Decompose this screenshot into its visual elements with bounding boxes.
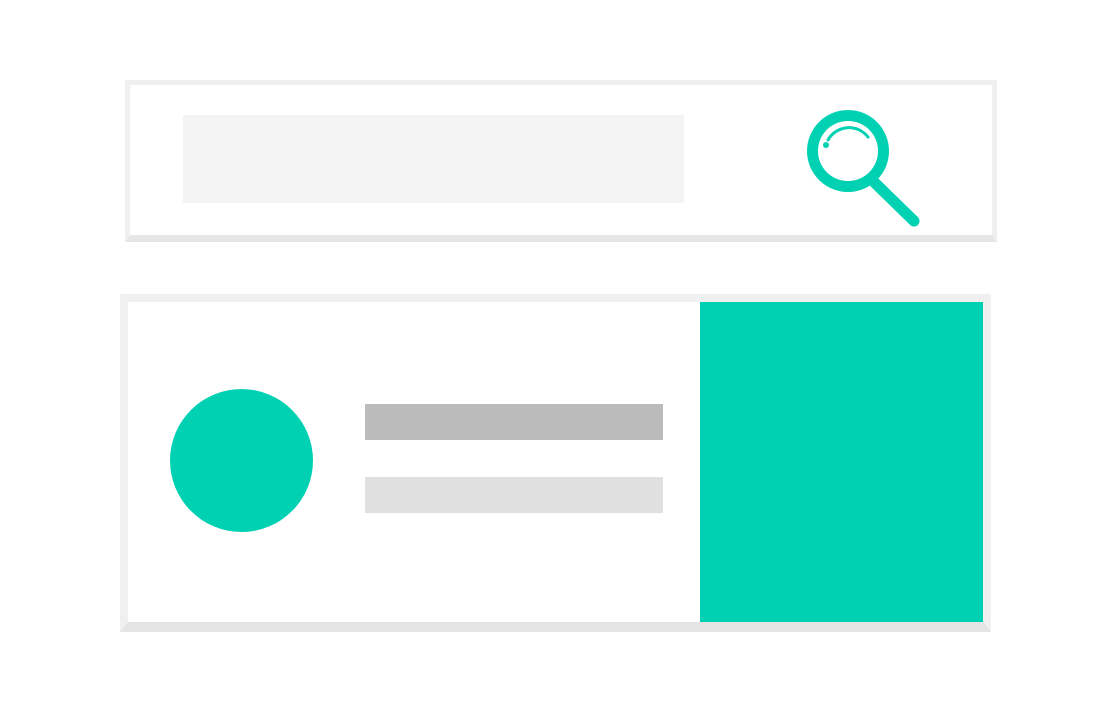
magnifier-icon bbox=[807, 110, 920, 227]
search-bar bbox=[125, 80, 997, 242]
title-placeholder bbox=[365, 404, 663, 440]
avatar bbox=[170, 389, 313, 532]
subtitle-placeholder bbox=[365, 477, 663, 513]
search-input[interactable] bbox=[183, 115, 684, 203]
search-button[interactable] bbox=[796, 100, 926, 230]
image-placeholder bbox=[700, 302, 983, 622]
result-card[interactable] bbox=[120, 294, 991, 632]
